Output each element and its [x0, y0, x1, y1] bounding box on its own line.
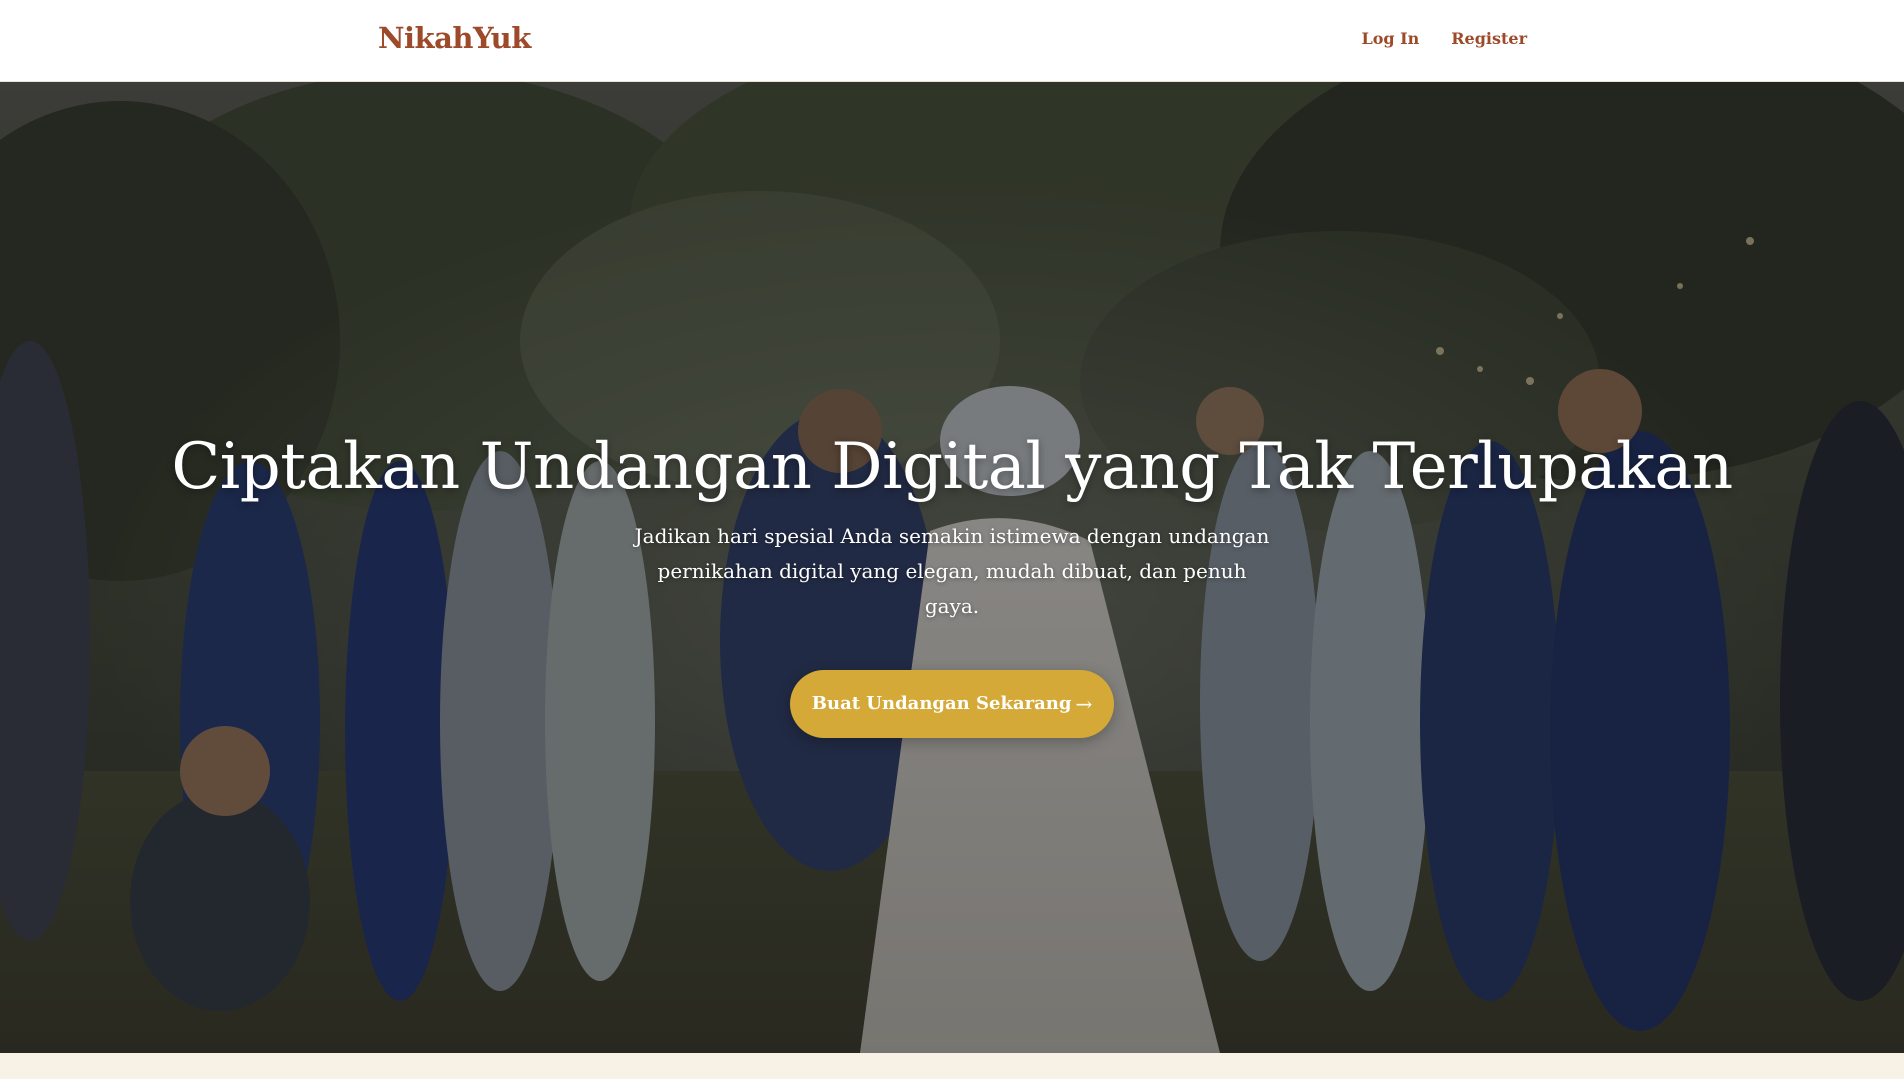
- arrow-right-icon: →: [1075, 691, 1093, 716]
- hero-title: Ciptakan Undangan Digital yang Tak Terlu…: [171, 430, 1733, 504]
- hero-subtitle: Jadikan hari spesial Anda semakin istime…: [634, 523, 1270, 618]
- page: NikahYuk Log In Register Ciptakan Undang…: [0, 0, 1904, 1079]
- brand-logo[interactable]: NikahYuk: [378, 21, 531, 55]
- hero-section: Ciptakan Undangan Digital yang Tak Terlu…: [0, 81, 1904, 1053]
- top-navbar: NikahYuk Log In Register: [0, 0, 1904, 82]
- create-invitation-button[interactable]: Buat Undangan Sekarang →: [790, 669, 1114, 738]
- cta-label: Buat Undangan Sekarang: [811, 693, 1072, 715]
- register-link[interactable]: Register: [1451, 29, 1527, 48]
- next-section-edge: [0, 1053, 1904, 1079]
- hero-content: Ciptakan Undangan Digital yang Tak Terlu…: [0, 430, 1904, 738]
- login-link[interactable]: Log In: [1361, 29, 1419, 48]
- nav-links: Log In Register: [1361, 29, 1527, 48]
